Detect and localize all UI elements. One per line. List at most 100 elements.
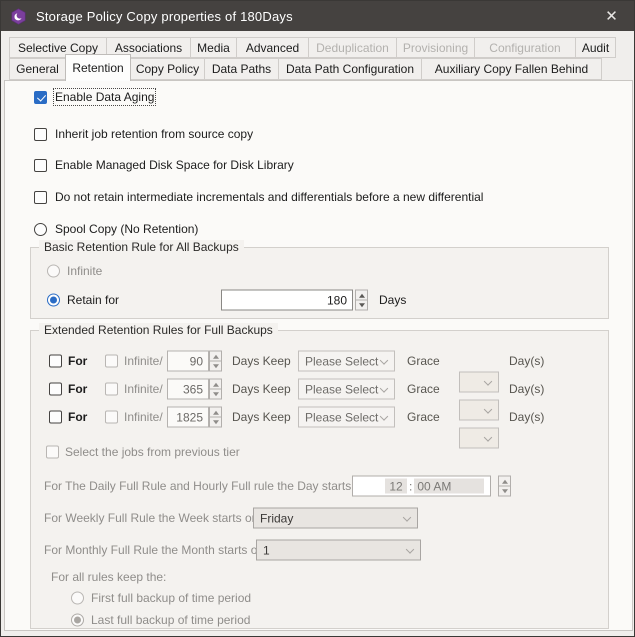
tab-data-path-configuration[interactable]: Data Path Configuration [278,58,422,80]
retain-days-unit-label: Days [379,293,406,307]
days-unit-label: Day(s) [509,382,544,396]
tab-advanced[interactable]: Advanced [236,37,309,58]
time-separator: : [407,479,414,493]
days-unit-label: Day(s) [509,354,544,368]
tab-general[interactable]: General [9,58,66,80]
spin-down-icon [209,361,222,372]
chevron-down-icon [380,356,388,364]
inherit-job-retention-option: Inherit job retention from source copy [34,126,253,142]
rule-days-input: 1825 [167,407,209,428]
keep-last-row: Last full backup of time period [31,611,608,629]
extended-rule-row-3: For Infinite/ 1825 Days Keep Please Sele… [31,406,608,428]
keep-rule-label-row: For all rules keep the: [31,568,608,586]
retain-for-row: Retain for 180 Days [31,288,608,312]
keep-first-radio [71,592,84,605]
managed-disk-space-label: Enable Managed Disk Space for Disk Libra… [55,158,294,172]
tab-copy-policy[interactable]: Copy Policy [130,58,205,80]
close-icon[interactable]: ✕ [589,1,634,31]
app-icon [10,8,27,25]
week-start-label: For Weekly Full Rule the Week starts on: [44,511,262,525]
spool-copy-option: Spool Copy (No Retention) [34,221,198,237]
infinite-label: Infinite [67,264,102,278]
spin-down-icon [209,417,222,428]
chevron-down-icon [406,545,414,553]
titlebar: Storage Policy Copy properties of 180Day… [1,1,634,31]
month-start-value: 1 [263,543,270,557]
week-start-row: For Weekly Full Rule the Week starts on:… [31,507,608,529]
select-jobs-row: Select the jobs from previous tier [31,443,608,461]
spin-down-icon[interactable] [355,300,368,311]
extended-rule-row-2: For Infinite/ 365 Days Keep Please Selec… [31,378,608,400]
no-intermediate-label: Do not retain intermediate incrementals … [55,190,483,204]
day-start-label: For The Daily Full Rule and Hourly Full … [44,479,368,493]
infinite-checkbox [105,383,118,396]
rule-days-spinner [209,407,222,428]
spool-copy-label: Spool Copy (No Retention) [55,222,198,236]
day-start-time-spinner [498,476,511,497]
keep-rule-value: Please Select [305,382,378,396]
managed-disk-space-checkbox[interactable] [34,159,47,172]
retention-tab-page: Enable Data Aging Inherit job retention … [4,80,633,631]
infinite-slash-label: Infinite/ [124,354,163,368]
extended-retention-group: Extended Retention Rules for Full Backup… [30,330,609,629]
days-unit-label: Day(s) [509,410,544,424]
infinite-slash-label: Infinite/ [124,410,163,424]
spool-copy-radio[interactable] [34,223,47,236]
chevron-down-icon [403,513,411,521]
tab-audit[interactable]: Audit [575,37,616,58]
grace-label: Grace [407,382,440,396]
for-label: For [68,410,87,424]
for-checkbox[interactable] [49,355,62,368]
for-checkbox[interactable] [49,411,62,424]
spin-down-icon [209,389,222,400]
month-start-dropdown: 1 [256,540,421,561]
retain-for-label: Retain for [67,293,119,307]
infinite-checkbox [105,355,118,368]
chevron-down-icon [380,384,388,392]
keep-rule-value: Please Select [305,410,378,424]
tab-configuration: Configuration [474,37,576,58]
for-label: For [68,354,87,368]
retain-for-radio[interactable] [47,294,60,307]
no-intermediate-checkbox[interactable] [34,191,47,204]
extended-retention-group-title: Extended Retention Rules for Full Backup… [39,323,278,337]
inherit-job-retention-checkbox[interactable] [34,128,47,141]
retain-days-input[interactable]: 180 [221,290,353,311]
day-start-row: For The Daily Full Rule and Hourly Full … [31,475,608,497]
month-start-row: For Monthly Full Rule the Month starts o… [31,539,608,561]
rule-days-input: 90 [167,351,209,372]
keep-rule-dropdown: Please Select [298,407,395,428]
tab-provisioning: Provisioning [396,37,475,58]
tab-retention[interactable]: Retention [65,54,131,81]
spin-down-icon [498,486,511,497]
keep-last-radio [71,614,84,627]
tab-strip-row2: General Retention Copy Policy Data Paths… [9,58,601,80]
keep-last-label: Last full backup of time period [91,613,250,627]
enable-data-aging-checkbox[interactable] [34,91,47,104]
rule-days-input: 365 [167,379,209,400]
keep-rule-label: For all rules keep the: [51,570,166,584]
keep-rule-value: Please Select [305,354,378,368]
tab-auxiliary-copy-fallen-behind[interactable]: Auxiliary Copy Fallen Behind [421,58,602,80]
month-start-label: For Monthly Full Rule the Month starts o… [44,543,267,557]
tab-deduplication: Deduplication [308,37,397,58]
managed-disk-space-option: Enable Managed Disk Space for Disk Libra… [34,157,294,173]
for-label: For [68,382,87,396]
grace-label: Grace [407,354,440,368]
infinite-radio [47,265,60,278]
grace-label: Grace [407,410,440,424]
time-minute-period-segment: 00 AM [414,479,484,494]
select-jobs-label: Select the jobs from previous tier [65,445,240,459]
tab-data-paths[interactable]: Data Paths [204,58,279,80]
for-checkbox[interactable] [49,383,62,396]
basic-retention-group-title: Basic Retention Rule for All Backups [39,240,244,254]
basic-retention-group: Basic Retention Rule for All Backups Inf… [30,247,609,319]
retain-days-spinner[interactable] [355,290,368,311]
tab-media[interactable]: Media [190,37,237,58]
days-keep-label: Days Keep [232,354,291,368]
time-hour-segment: 12 [385,479,407,494]
week-start-value: Friday [260,511,293,525]
days-keep-label: Days Keep [232,410,291,424]
no-intermediate-option: Do not retain intermediate incrementals … [34,189,483,205]
inherit-job-retention-label: Inherit job retention from source copy [55,127,253,141]
